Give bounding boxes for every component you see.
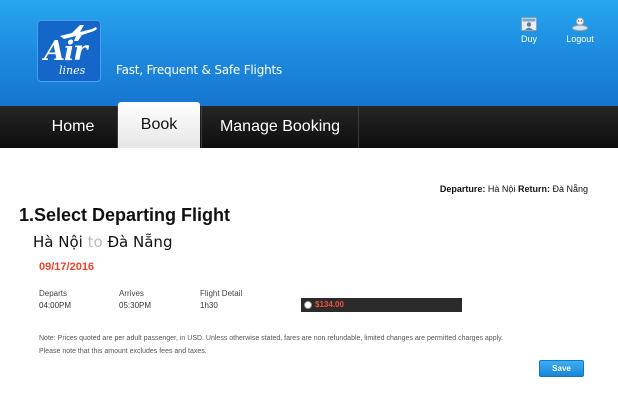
departure-value: Hà Nội bbox=[487, 184, 516, 194]
column-header-departs: Departs bbox=[39, 289, 68, 298]
origin-city: Hà Nội bbox=[33, 233, 83, 251]
page-title: 1.Select Departing Flight bbox=[19, 205, 231, 225]
city-pair: Hà Nội to Đà Nẵng bbox=[33, 233, 172, 251]
fees-note: Please note that this amount excludes fe… bbox=[39, 348, 207, 355]
logout-label: Logout bbox=[566, 34, 594, 44]
radio-icon[interactable] bbox=[304, 301, 312, 309]
departs-time: 04:00PM bbox=[39, 301, 72, 310]
tab-home[interactable]: Home bbox=[29, 106, 117, 148]
airlines-logo[interactable]: Air lines bbox=[37, 20, 101, 82]
column-header-flight-detail: Flight Detail bbox=[200, 289, 243, 298]
site-tagline: Fast, Frequent & Safe Flights bbox=[116, 63, 283, 77]
tab-manage-booking[interactable]: Manage Booking bbox=[202, 106, 358, 148]
logout-icon bbox=[572, 17, 588, 31]
user-name: Duy bbox=[520, 34, 537, 44]
user-profile-link[interactable]: Duy bbox=[509, 17, 549, 44]
column-header-arrives: Arrives bbox=[119, 289, 144, 298]
user-card-icon bbox=[521, 17, 537, 31]
tab-book[interactable]: Book bbox=[118, 102, 200, 148]
flight-date: 09/17/2016 bbox=[39, 261, 95, 273]
main-nav: Home Book Manage Booking bbox=[0, 102, 618, 148]
city-connector: to bbox=[87, 233, 103, 251]
fare-option[interactable]: $134.00 bbox=[301, 298, 462, 312]
route-summary: Departure: Hà Nội Return: Đà Nẵng bbox=[440, 184, 588, 194]
logout-link[interactable]: Logout bbox=[560, 17, 600, 44]
return-value: Đà Nẵng bbox=[552, 184, 588, 194]
return-label: Return: bbox=[517, 184, 550, 194]
fare-price: $134.00 bbox=[315, 300, 344, 309]
flight-duration: 1h30 bbox=[200, 301, 218, 310]
save-button[interactable]: Save bbox=[539, 360, 584, 377]
site-header: Air lines Fast, Frequent & Safe Flights … bbox=[0, 0, 618, 106]
destination-city: Đà Nẵng bbox=[107, 233, 173, 251]
departure-label: Departure: bbox=[439, 184, 486, 194]
arrives-time: 05:30PM bbox=[119, 301, 152, 310]
logo-word-main: Air bbox=[44, 36, 87, 67]
nav-divider bbox=[358, 106, 359, 148]
logo-word-sub: lines bbox=[59, 64, 86, 77]
price-note: Note: Prices quoted are per adult passen… bbox=[39, 335, 504, 342]
